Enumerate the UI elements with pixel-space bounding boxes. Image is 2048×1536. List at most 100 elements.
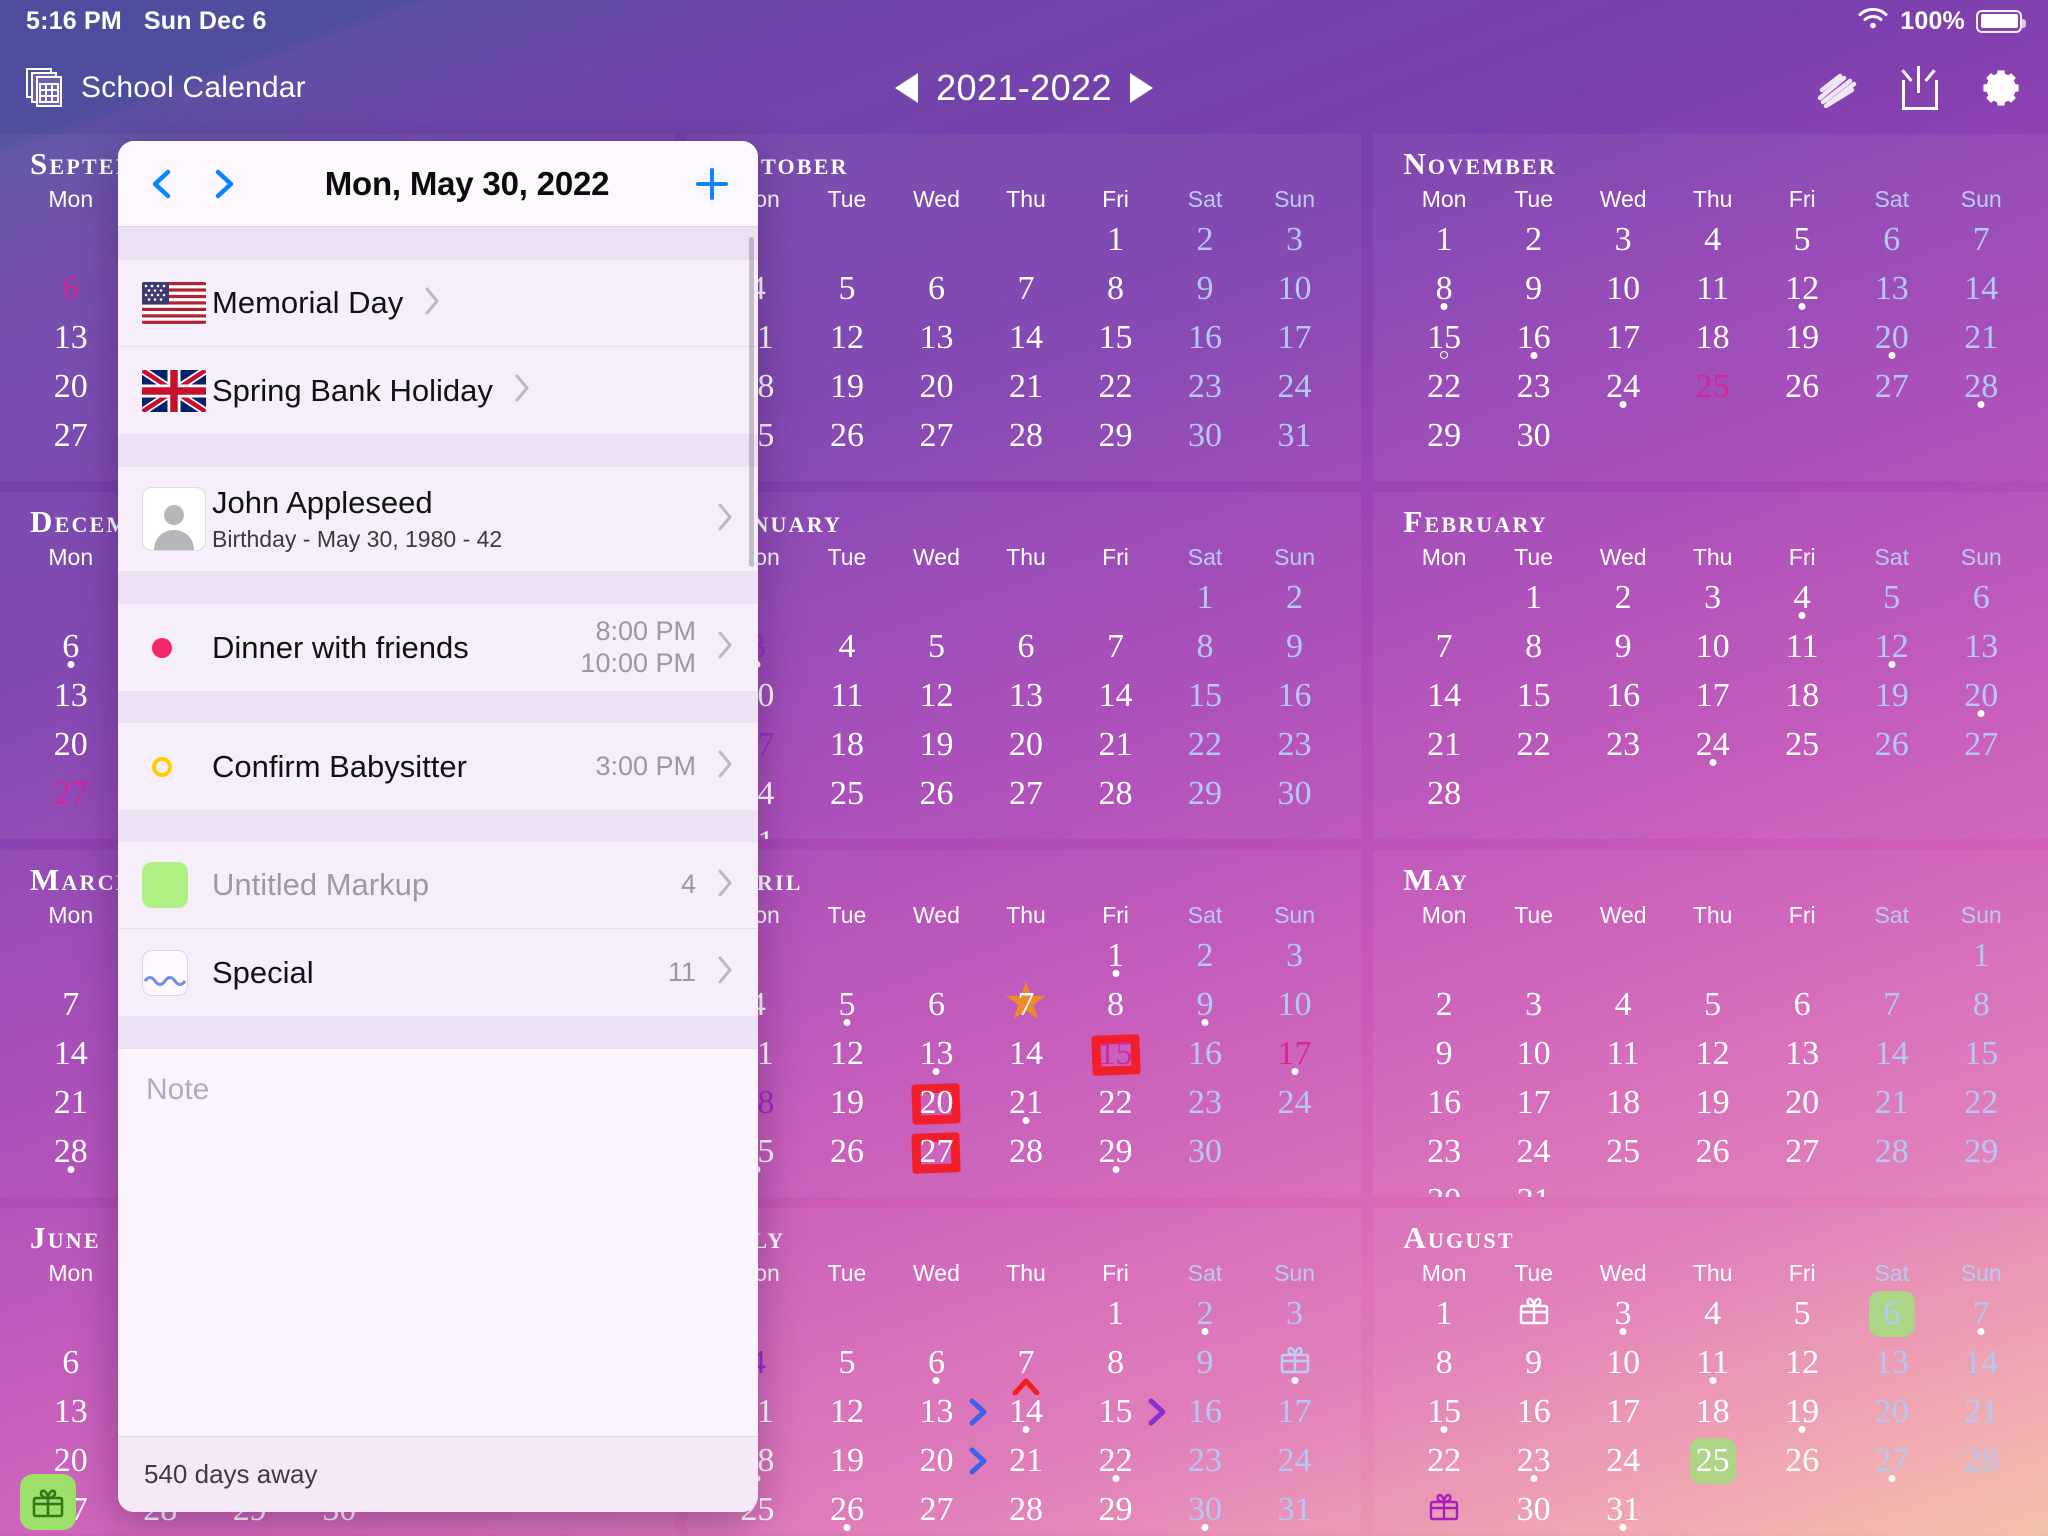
day-cell[interactable]: 22 [1071,1438,1161,1484]
day-cell[interactable]: 13 [1936,624,2026,670]
day-cell[interactable]: 12 [1757,1340,1847,1386]
day-cell[interactable]: 22 [1399,1438,1489,1484]
day-cell[interactable]: 23 [1160,364,1250,410]
share-icon[interactable] [1902,66,1938,110]
day-cell[interactable]: 13 [26,1389,116,1435]
day-cell[interactable]: 14 [981,315,1071,361]
chevron-left-icon[interactable] [142,163,184,205]
day-cell[interactable]: 30 [1160,1487,1250,1533]
day-cell[interactable]: 30 [1250,771,1340,817]
day-cell[interactable]: 10 [1578,266,1668,312]
day-cell[interactable]: 25 [802,771,892,817]
day-cell[interactable]: 6 [1847,217,1937,263]
day-cell[interactable]: 21 [1847,1080,1937,1126]
day-cell[interactable]: 21 [981,1438,1071,1484]
day-cell[interactable]: 11 [1668,266,1758,312]
day-cell[interactable]: 11 [802,673,892,719]
day-cell[interactable]: 14 [1071,673,1161,719]
day-cell[interactable]: 1 [1489,575,1579,621]
gift-badge[interactable] [20,1474,76,1530]
list-item[interactable]: Untitled Markup 4 [118,842,758,929]
day-cell[interactable]: 6 [892,1340,982,1386]
day-cell[interactable]: 25 [1668,1438,1758,1484]
day-cell[interactable]: 6 [892,982,982,1028]
day-cell[interactable]: 16 [1160,315,1250,361]
day-cell[interactable]: 29 [1071,1487,1161,1533]
day-cell[interactable]: 19 [1847,673,1937,719]
day-cell[interactable]: 29 [1160,771,1250,817]
day-cell[interactable]: 26 [802,413,892,459]
day-cell[interactable]: 17 [1250,1389,1340,1435]
day-cell[interactable]: 9 [1160,982,1250,1028]
day-cell[interactable]: 17 [1489,1080,1579,1126]
day-cell[interactable]: 21 [26,1080,116,1126]
day-cell[interactable]: 1 [1160,575,1250,621]
day-cell[interactable]: 22 [1399,364,1489,410]
day-cell[interactable]: 28 [981,1129,1071,1175]
day-cell[interactable]: 27 [1936,722,2026,768]
day-cell[interactable]: 7 [1936,217,2026,263]
day-cell[interactable]: 14 [1936,266,2026,312]
list-item[interactable]: John Appleseed Birthday - May 30, 1980 -… [118,467,758,571]
day-cell[interactable]: 18 [1578,1080,1668,1126]
day-cell[interactable]: 8 [1071,982,1161,1028]
day-cell[interactable]: 3 [1578,217,1668,263]
day-cell[interactable]: 15 [1160,673,1250,719]
day-cell[interactable]: 23 [1399,1129,1489,1175]
list-item[interactable]: Special 11 [118,929,758,1016]
day-cell[interactable]: 17 [1668,673,1758,719]
day-cell[interactable]: 24 [1578,1438,1668,1484]
day-cell[interactable]: 5 [1757,1291,1847,1337]
day-cell[interactable]: 26 [892,771,982,817]
day-cell[interactable]: 27 [26,413,116,459]
day-cell[interactable]: 23 [1489,1438,1579,1484]
day-cell[interactable]: 8 [1399,1340,1489,1386]
day-cell[interactable] [1489,1291,1579,1337]
day-cell[interactable]: 5 [802,1340,892,1386]
day-cell[interactable]: 18 [1668,315,1758,361]
day-cell[interactable]: 12 [802,1389,892,1435]
day-cell[interactable]: 27 [1757,1129,1847,1175]
day-cell[interactable]: 28 [981,1487,1071,1533]
day-cell[interactable]: 22 [1936,1080,2026,1126]
day-cell[interactable]: 18 [1668,1389,1758,1435]
day-cell[interactable]: 16 [1160,1389,1250,1435]
day-cell[interactable]: 8 [1936,982,2026,1028]
day-cell[interactable]: 3 [1489,982,1579,1028]
day-cell[interactable]: 26 [1757,1438,1847,1484]
day-cell[interactable]: 19 [892,722,982,768]
day-cell[interactable]: 7 [981,266,1071,312]
day-cell[interactable]: 4 [1668,1291,1758,1337]
day-cell[interactable]: 26 [802,1487,892,1533]
day-cell[interactable]: 14 [981,1378,1071,1435]
day-cell[interactable]: 22 [1071,1080,1161,1126]
day-cell[interactable]: 19 [1668,1080,1758,1126]
list-item[interactable]: Dinner with friends 8:00 PM 10:00 PM [118,604,758,691]
day-cell[interactable]: 25 [1668,364,1758,410]
day-cell[interactable]: 21 [981,1080,1071,1126]
day-cell[interactable]: 31 [1250,1487,1340,1533]
day-cell[interactable]: 1 [1071,933,1161,979]
day-cell[interactable]: 22 [1160,722,1250,768]
day-cell[interactable]: 6 [1757,982,1847,1028]
day-cell[interactable]: 31 [1578,1487,1668,1533]
day-cell[interactable]: 11 [1668,1340,1758,1386]
day-cell[interactable]: 19 [802,364,892,410]
day-cell[interactable]: 3 [1250,1291,1340,1337]
day-cell[interactable]: 1 [1399,1291,1489,1337]
day-cell[interactable]: 31 [1489,1178,1579,1197]
day-cell[interactable]: 12 [1668,1031,1758,1077]
day-cell[interactable]: 26 [802,1129,892,1175]
day-cell[interactable]: 24 [1489,1129,1579,1175]
day-cell[interactable]: 28 [1936,1438,2026,1484]
day-cell[interactable]: 15 [1489,673,1579,719]
triangle-left-icon[interactable] [895,73,919,103]
day-cell[interactable]: 19 [802,1438,892,1484]
scribble-icon[interactable] [1814,68,1860,108]
day-cell[interactable]: 10 [1250,982,1340,1028]
day-cell[interactable]: 2 [1399,982,1489,1028]
day-cell[interactable]: 4 [1668,217,1758,263]
day-cell[interactable]: 27 [1847,1438,1937,1484]
day-cell[interactable]: 3 [1250,933,1340,979]
day-cell[interactable]: 7 [1071,624,1161,670]
